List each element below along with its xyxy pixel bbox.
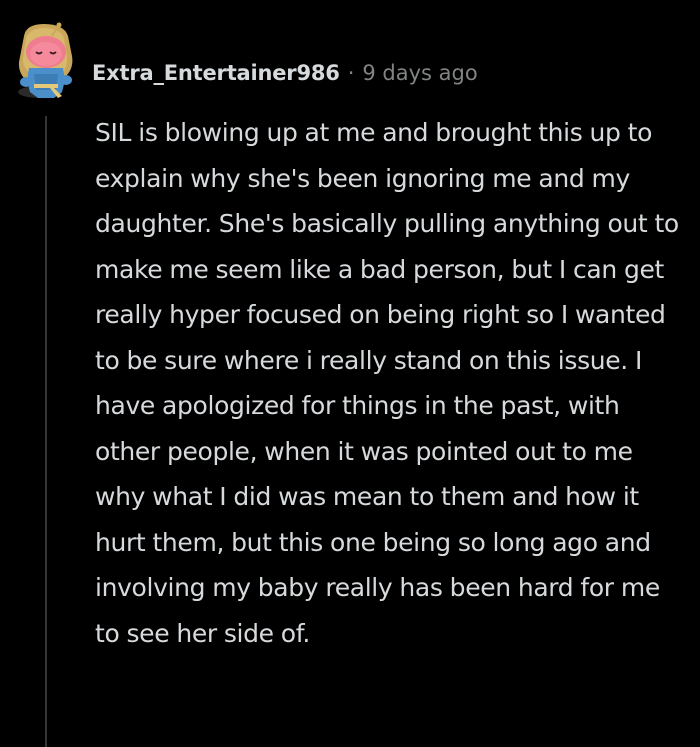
comment-timestamp[interactable]: 9 days ago [362,61,477,85]
author-username[interactable]: Extra_Entertainer986 [92,61,340,85]
user-avatar-icon[interactable] [12,22,80,104]
thread-collapse-line[interactable] [45,116,47,747]
meta-separator: · [347,61,355,85]
comment: Extra_Entertainer986 · 9 days ago SIL is… [0,0,700,747]
comment-body: SIL is blowing up at me and brought this… [95,118,679,648]
comment-header: Extra_Entertainer986 · 9 days ago [92,58,478,88]
